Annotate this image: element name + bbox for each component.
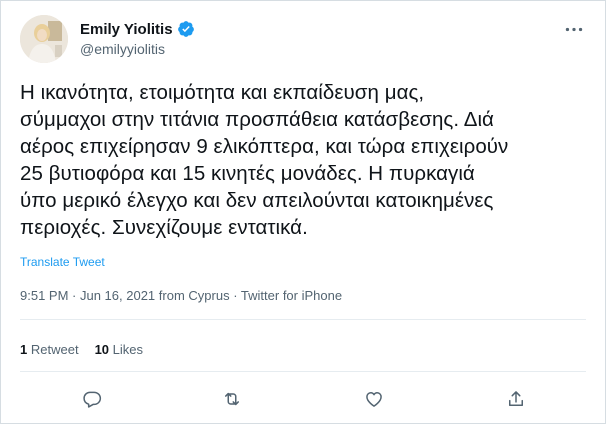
likes-label: Likes [112,342,144,357]
share-icon [509,391,523,406]
share-button[interactable] [503,386,529,412]
retweets-count: 1 [20,342,28,357]
retweet-icon [225,392,239,406]
tweet-metadata: 9:51 PM · Jun 16, 2021 from Cyprus · Twi… [20,288,342,303]
display-name[interactable]: Emily Yiolitis [80,21,173,38]
tweet-header: Emily Yiolitis @emilyyiolitis [20,15,591,65]
reply-button[interactable] [79,386,105,412]
retweets-stat[interactable]: 1 Retweet [20,342,79,357]
reply-icon [83,391,102,408]
retweets-label: Retweet [30,342,79,357]
avatar-image [20,15,68,63]
user-handle[interactable]: @emilyyiolitis [80,41,195,57]
likes-stat[interactable]: 10 Likes [95,342,143,357]
tweet-location: from Cyprus [158,288,230,303]
likes-count: 10 [94,342,110,357]
more-horizontal-icon[interactable] [563,21,585,37]
tweet-actions [1,386,605,412]
user-block: Emily Yiolitis @emilyyiolitis [80,19,195,57]
meta-separator: · [68,288,80,303]
heart-icon [366,392,382,407]
like-button[interactable] [361,386,387,412]
tweet-time[interactable]: 9:51 PM [20,288,68,303]
display-name-row: Emily Yiolitis [80,19,195,39]
divider [20,319,586,320]
retweet-button[interactable] [219,386,245,412]
tweet-text: Η ικανότητα, ετοιμότητα και εκπαίδευση μ… [20,81,509,239]
tweet-stats: 1 Retweet 10 Likes [20,342,143,357]
tweet-source[interactable]: Twitter for iPhone [241,288,342,303]
tweet-date[interactable]: Jun 16, 2021 [80,288,155,303]
translate-tweet-link[interactable]: Translate Tweet [20,255,105,269]
tweet-card: Emily Yiolitis @emilyyiolitis Η ικανότητ… [0,0,606,424]
meta-separator: · [229,288,241,303]
divider [20,371,586,372]
avatar[interactable] [20,15,68,63]
verified-badge-icon [177,20,195,38]
